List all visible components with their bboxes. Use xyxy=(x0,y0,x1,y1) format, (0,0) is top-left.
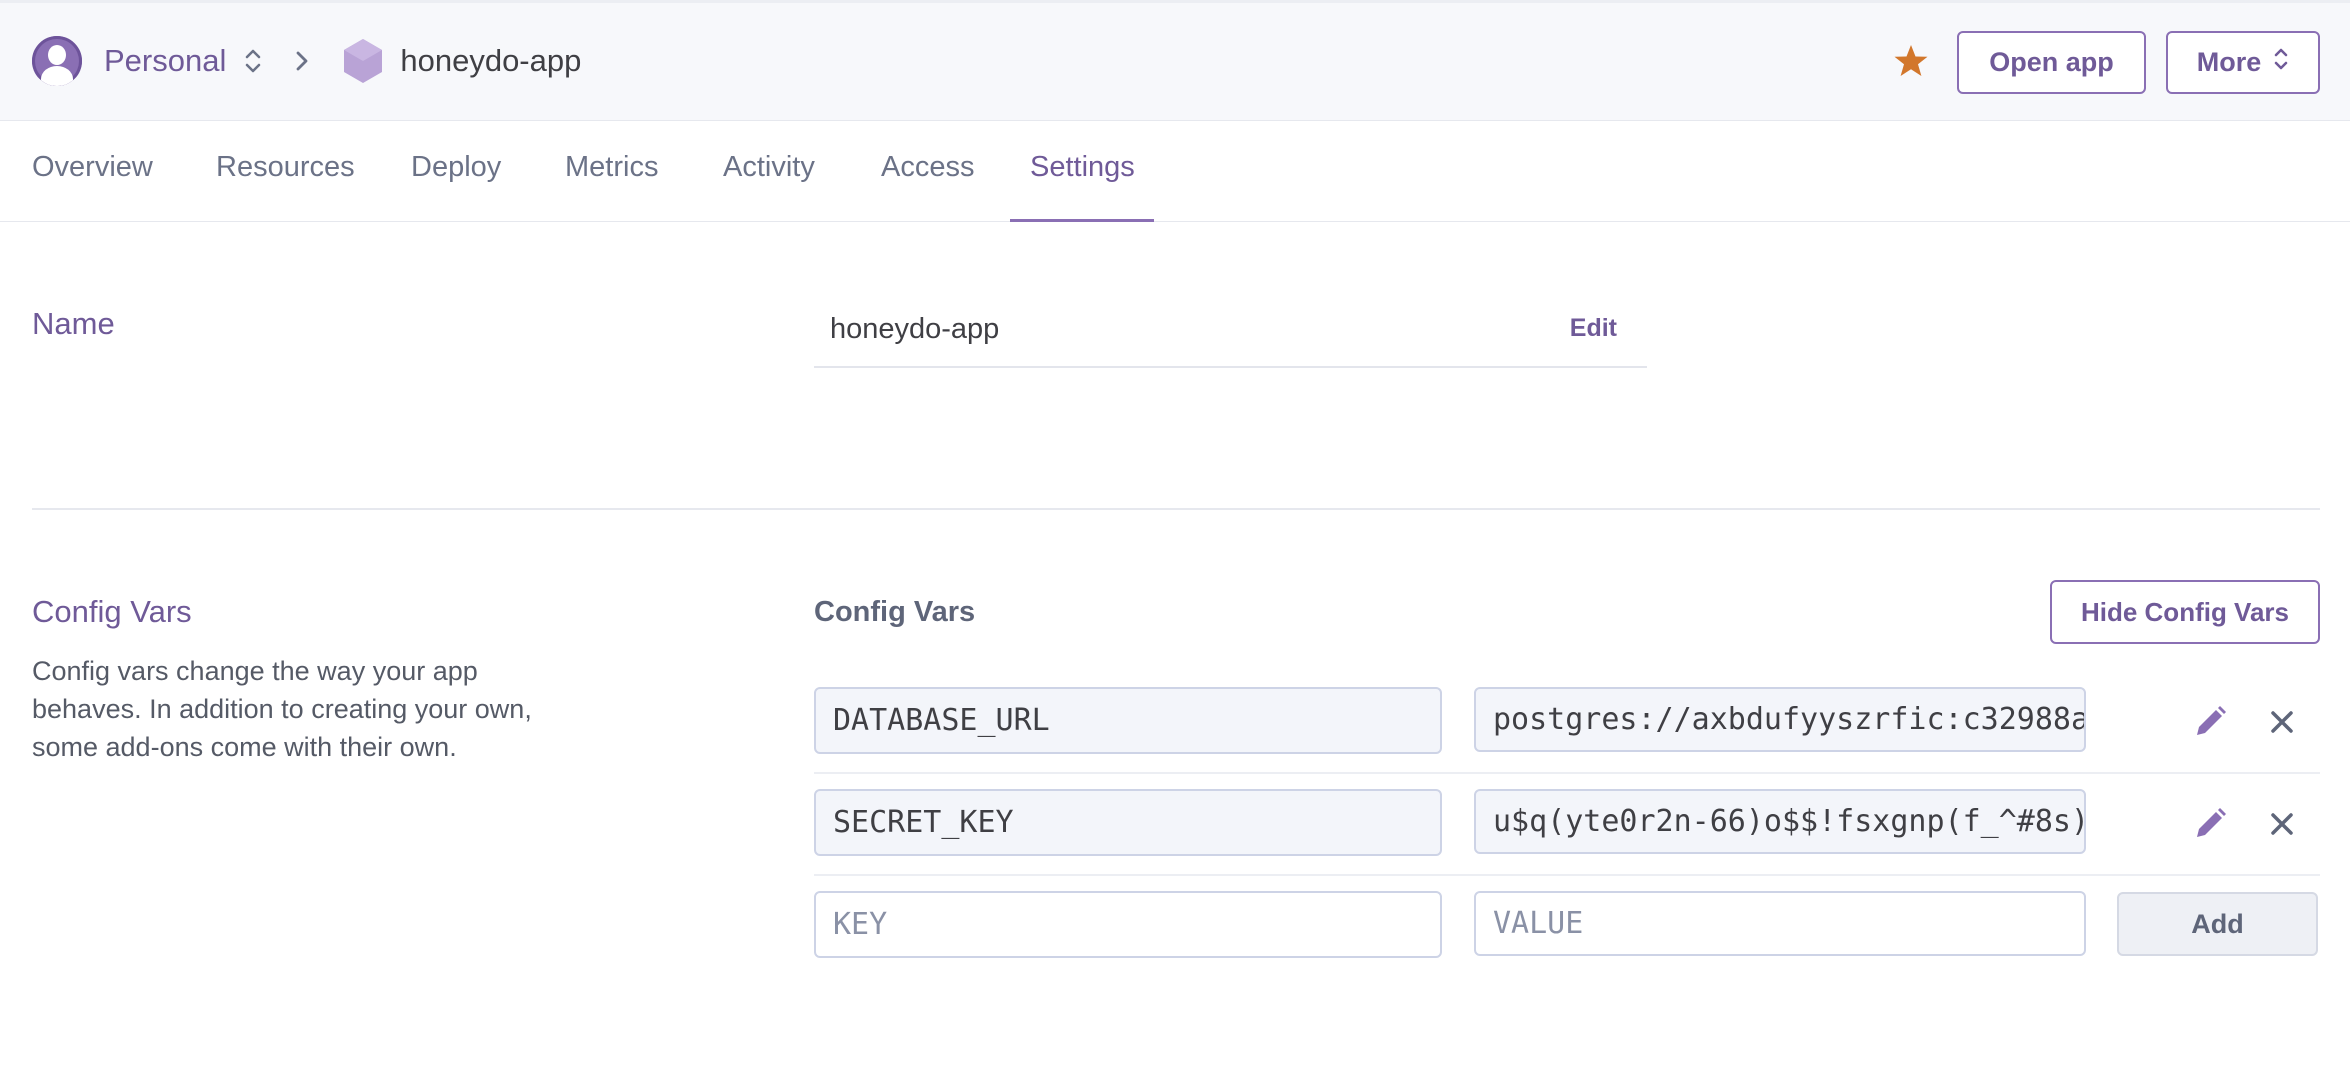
close-icon[interactable] xyxy=(2264,704,2300,740)
config-vars-description: Config vars change the way your app beha… xyxy=(32,656,532,762)
add-label: Add xyxy=(2191,908,2244,939)
app-name-breadcrumb[interactable]: honeydo-app xyxy=(400,43,581,79)
hide-config-vars-button[interactable]: Hide Config Vars xyxy=(2050,580,2320,644)
breadcrumb: Personal honeydo-app xyxy=(32,33,581,89)
config-var-key-field[interactable]: SECRET_KEY xyxy=(814,789,1442,856)
row-separator xyxy=(814,874,2320,876)
config-var-value-field[interactable]: postgres://axbdufyyszrfic:c32988aab xyxy=(1474,687,2086,752)
chevron-updown-icon[interactable] xyxy=(244,47,262,75)
hexagon-app-icon xyxy=(342,38,384,84)
config-vars-heading: Config Vars xyxy=(814,596,976,628)
new-value-input[interactable]: VALUE xyxy=(1474,891,2086,956)
config-vars-section-title: Config Vars xyxy=(32,594,192,629)
pencil-icon[interactable] xyxy=(2192,806,2228,842)
hide-config-vars-label: Hide Config Vars xyxy=(2080,596,2290,627)
app-tabs: Overview Resources Deploy Metrics Activi… xyxy=(0,121,2350,222)
chevron-right-icon xyxy=(292,47,312,75)
tab-deploy[interactable]: Deploy xyxy=(411,151,501,184)
section-divider xyxy=(32,508,2320,510)
tab-activity[interactable]: Activity xyxy=(723,151,815,184)
chevron-updown-icon xyxy=(2273,46,2289,79)
pencil-icon[interactable] xyxy=(2192,704,2228,740)
tab-settings[interactable]: Settings xyxy=(1030,151,1135,184)
app-name-value: honeydo-app xyxy=(830,313,1000,345)
row-separator xyxy=(814,772,2320,774)
star-icon[interactable] xyxy=(1891,41,1931,81)
account-switcher[interactable]: Personal xyxy=(104,43,226,79)
tab-metrics[interactable]: Metrics xyxy=(565,151,658,184)
more-label: More xyxy=(2196,47,2262,77)
tab-resources[interactable]: Resources xyxy=(216,151,355,184)
edit-name-button[interactable]: Edit xyxy=(1570,314,1617,343)
config-var-value-field[interactable]: u$q(yte0r2n-66)o$$!fsxgnp(f_^#8s)xb xyxy=(1474,789,2086,854)
app-header: Personal honeydo-app Open app More xyxy=(0,0,2350,121)
open-app-button[interactable]: Open app xyxy=(1957,31,2146,94)
tab-access[interactable]: Access xyxy=(881,151,974,184)
name-section-title: Name xyxy=(32,306,115,341)
app-name-field: honeydo-app Edit xyxy=(814,300,1647,368)
add-config-var-button[interactable]: Add xyxy=(2117,892,2318,956)
close-icon[interactable] xyxy=(2264,806,2300,842)
open-app-label: Open app xyxy=(1989,47,2114,77)
active-tab-indicator xyxy=(1010,219,1154,222)
new-key-input[interactable]: KEY xyxy=(814,891,1442,958)
config-var-key-field[interactable]: DATABASE_URL xyxy=(814,687,1442,754)
tab-overview[interactable]: Overview xyxy=(32,151,153,184)
user-avatar-icon[interactable] xyxy=(32,36,82,86)
more-button[interactable]: More xyxy=(2166,31,2320,94)
